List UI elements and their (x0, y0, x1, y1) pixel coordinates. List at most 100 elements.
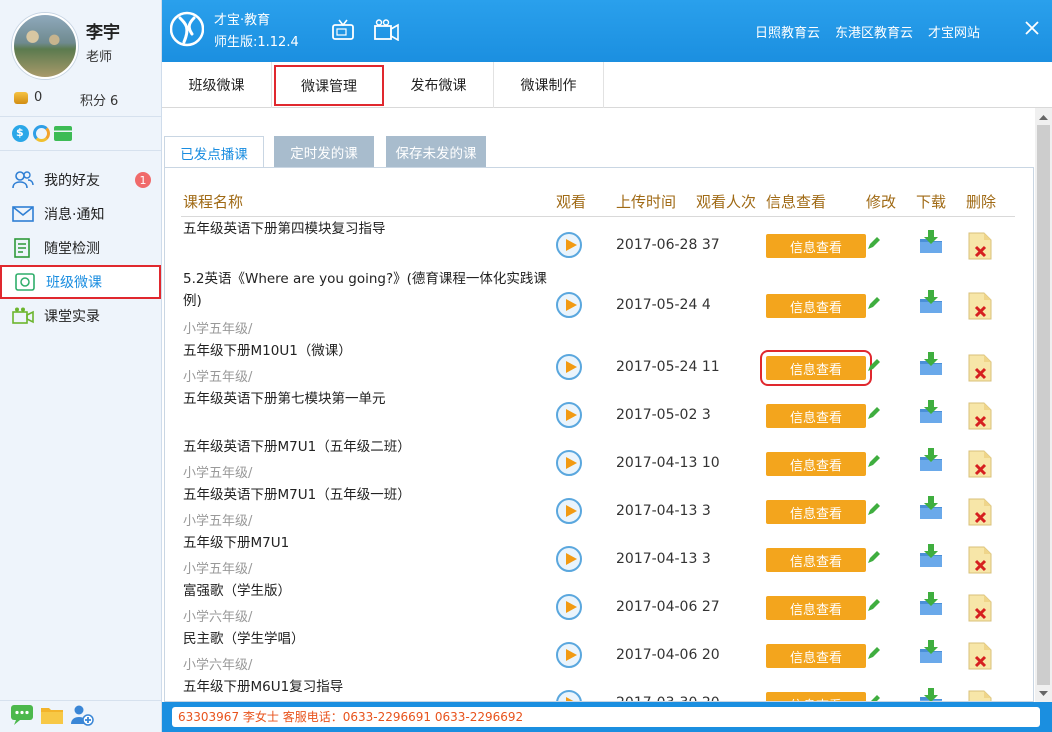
info-view-button[interactable]: 信息查看 (766, 294, 866, 318)
course-title: 五年级下册M7U1 (183, 535, 290, 551)
subtab-scheduled[interactable]: 定时发的课 (274, 136, 374, 168)
download-icon[interactable] (918, 543, 944, 569)
subtab-published[interactable]: 已发点播课 (164, 136, 264, 168)
table-row: 富强歌（学生版） 小学六年级/2017-04-06 27 信息查看 (181, 580, 1015, 628)
play-button[interactable] (556, 546, 582, 572)
play-button[interactable] (556, 498, 582, 524)
chat-icon[interactable] (10, 704, 34, 730)
download-icon[interactable] (918, 591, 944, 617)
delete-icon[interactable] (967, 594, 993, 622)
tab-publish-video[interactable]: 发布微课 (384, 62, 494, 108)
header-download: 下载 (916, 193, 947, 211)
sidebar-item-test[interactable]: 随堂检测 (0, 231, 161, 265)
header-name: 课程名称 (183, 193, 244, 211)
info-view-button[interactable]: 信息查看 (766, 404, 866, 428)
play-button[interactable] (556, 402, 582, 428)
course-grade: 小学五年级/ (183, 370, 253, 385)
folder-icon[interactable] (40, 704, 64, 730)
edit-pencil-icon[interactable] (867, 236, 881, 250)
edit-pencil-icon[interactable] (867, 406, 881, 420)
play-button[interactable] (556, 354, 582, 380)
course-grade: 小学五年级/ (183, 514, 253, 529)
view-count: 11 (701, 359, 720, 375)
sidebar-item-class-video[interactable]: 班级微课 (0, 265, 161, 299)
play-button[interactable] (556, 594, 582, 620)
edit-pencil-icon[interactable] (867, 502, 881, 516)
header-upload-time: 上传时间 (616, 193, 677, 211)
tab-video-management[interactable]: 微课管理 (274, 65, 384, 106)
bank-badge-icon[interactable] (54, 126, 72, 141)
delete-icon[interactable] (967, 450, 993, 478)
info-view-button[interactable]: 信息查看 (766, 548, 866, 572)
download-icon[interactable] (918, 639, 944, 665)
edit-pencil-icon[interactable] (867, 694, 881, 701)
info-view-button[interactable]: 信息查看 (766, 692, 866, 701)
info-view-button[interactable]: 信息查看 (766, 234, 866, 258)
delete-icon[interactable] (967, 690, 993, 701)
download-icon[interactable] (918, 447, 944, 473)
close-icon[interactable] (1022, 18, 1042, 38)
scroll-up-arrow-icon[interactable] (1035, 108, 1052, 125)
tab-class-video[interactable]: 班级微课 (162, 62, 272, 108)
course-title: 五年级英语下册M7U1（五年级二班） (183, 439, 411, 455)
info-view-button[interactable]: 信息查看 (766, 500, 866, 524)
edit-pencil-icon[interactable] (867, 550, 881, 564)
download-icon[interactable] (918, 229, 944, 255)
delete-icon[interactable] (967, 642, 993, 670)
delete-icon[interactable] (967, 498, 993, 526)
link-donggang-cloud[interactable]: 东港区教育云 (835, 22, 913, 41)
edit-pencil-icon[interactable] (867, 598, 881, 612)
sidebar-item-messages[interactable]: 消息·通知 (0, 197, 161, 231)
ring-badge-icon[interactable] (33, 125, 50, 142)
download-icon[interactable] (918, 351, 944, 377)
play-button[interactable] (556, 450, 582, 476)
delete-icon[interactable] (967, 292, 993, 320)
edit-pencil-icon[interactable] (867, 358, 881, 372)
scroll-down-arrow-icon[interactable] (1035, 685, 1052, 702)
upload-date: 2017-04-13 (616, 455, 698, 471)
play-button[interactable] (556, 292, 582, 318)
link-caibao-site[interactable]: 才宝网站 (928, 22, 980, 41)
tv-icon[interactable] (332, 19, 354, 45)
course-title: 五年级英语下册M7U1（五年级一班） (183, 487, 411, 503)
sidebar-item-recording[interactable]: 课堂实录 (0, 299, 161, 333)
delete-icon[interactable] (967, 354, 993, 382)
subtab-unsent[interactable]: 保存未发的课 (386, 136, 486, 168)
delete-icon[interactable] (967, 232, 993, 260)
delete-icon[interactable] (967, 546, 993, 574)
view-count: 3 (701, 503, 711, 519)
download-icon[interactable] (918, 289, 944, 315)
video-camera-icon[interactable] (374, 19, 400, 45)
add-user-icon[interactable] (70, 704, 94, 730)
view-count: 27 (701, 599, 720, 615)
camera-icon (12, 306, 34, 326)
tab-make-video[interactable]: 微课制作 (494, 62, 604, 108)
sidebar-item-friends[interactable]: 我的好友 1 (0, 163, 161, 197)
info-view-button[interactable]: 信息查看 (766, 452, 866, 476)
download-icon[interactable] (918, 687, 944, 701)
download-icon[interactable] (918, 495, 944, 521)
play-button[interactable] (556, 232, 582, 258)
coin-badge-icon[interactable] (12, 125, 29, 142)
info-view-button[interactable]: 信息查看 (766, 596, 866, 620)
edit-pencil-icon[interactable] (867, 454, 881, 468)
view-count: 3 (701, 407, 711, 423)
vertical-scrollbar[interactable] (1035, 108, 1052, 702)
view-count: 4 (701, 297, 711, 313)
link-rizhao-cloud[interactable]: 日照教育云 (755, 22, 820, 41)
scrollbar-thumb[interactable] (1037, 125, 1050, 685)
view-count: 10 (701, 455, 720, 471)
status-bar: 63303967 李女士 客服电话：0633-2296691 0633-2296… (162, 702, 1052, 732)
play-button[interactable] (556, 690, 582, 701)
delete-icon[interactable] (967, 402, 993, 430)
download-icon[interactable] (918, 399, 944, 425)
user-name: 李宇 (86, 23, 120, 43)
info-view-button[interactable]: 信息查看 (766, 644, 866, 668)
edit-pencil-icon[interactable] (867, 646, 881, 660)
table-row: 五年级英语下册M7U1（五年级一班） 小学五年级/2017-04-13 3 信息查看 (181, 484, 1015, 532)
sidebar-item-label: 随堂检测 (44, 241, 100, 257)
avatar[interactable] (12, 13, 78, 79)
edit-pencil-icon[interactable] (867, 296, 881, 310)
info-view-button[interactable]: 信息查看 (760, 350, 872, 386)
play-button[interactable] (556, 642, 582, 668)
